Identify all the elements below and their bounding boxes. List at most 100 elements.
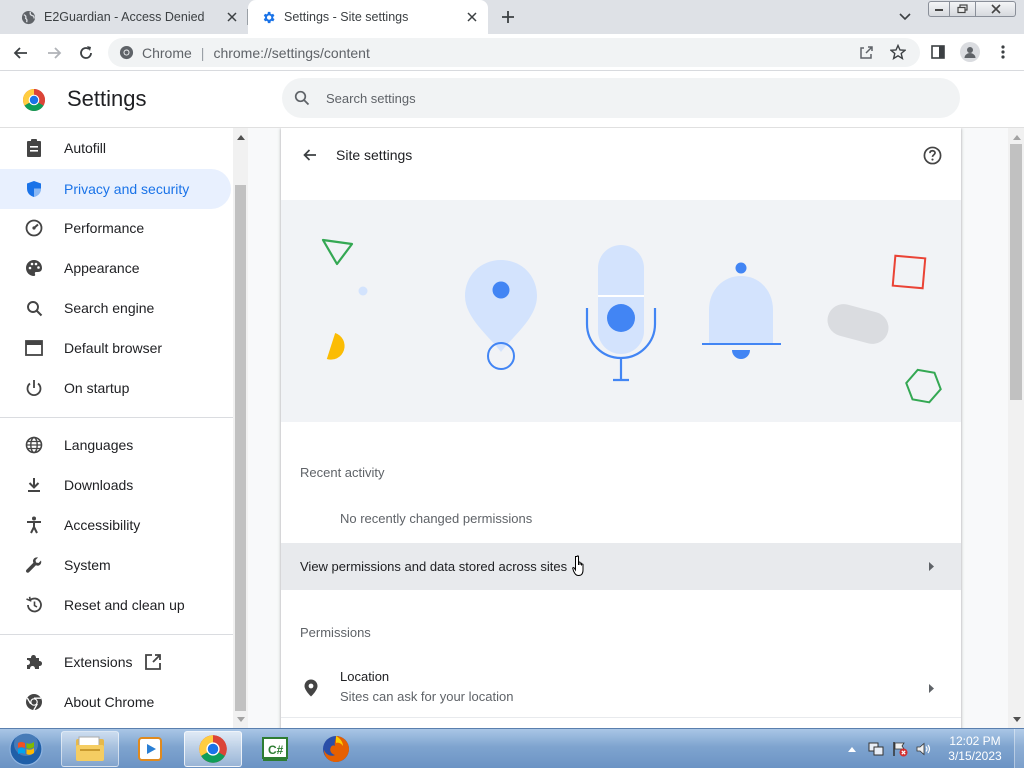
hand-cursor-icon (572, 555, 588, 577)
sidebar-item-accessibility[interactable]: Accessibility (0, 505, 231, 545)
sidebar-item-performance[interactable]: Performance (0, 208, 231, 248)
csharp-icon: C# (260, 735, 290, 763)
location-description: Sites can ask for your location (340, 689, 514, 704)
sidebar-item-label: Search engine (64, 300, 155, 316)
scroll-up-icon[interactable] (1012, 132, 1021, 141)
shield-icon (24, 179, 44, 199)
show-hidden-icons-chevron-icon[interactable] (842, 739, 862, 759)
arrow-right-icon (927, 683, 935, 693)
action-center-flag-icon[interactable] (890, 739, 910, 759)
new-tab-button[interactable] (498, 7, 518, 27)
recent-activity-heading: Recent activity (300, 465, 385, 480)
chrome-icon (198, 734, 228, 764)
tab-strip: E2Guardian - Access Denied Settings - Si… (0, 0, 1024, 34)
restore-button[interactable] (950, 1, 976, 17)
close-icon[interactable] (224, 9, 240, 25)
browser-toolbar: Chrome | chrome://settings/content (0, 34, 1024, 71)
help-icon[interactable] (921, 144, 943, 166)
window-close-button[interactable] (976, 1, 1016, 17)
open-in-new-icon (144, 653, 162, 671)
scrollbar-thumb[interactable] (235, 185, 246, 711)
side-panel-icon[interactable] (929, 43, 947, 61)
location-pin-icon (301, 678, 321, 698)
sidebar-item-appearance[interactable]: Appearance (0, 248, 231, 288)
sidebar-item-label: Languages (64, 437, 134, 453)
menu-kebab-icon[interactable] (994, 43, 1012, 61)
forward-button[interactable] (43, 42, 65, 64)
sidebar-item-reset[interactable]: Reset and clean up (0, 585, 231, 625)
page-title: Settings (67, 86, 147, 111)
close-icon[interactable] (464, 9, 480, 25)
sidebar-divider (0, 634, 233, 635)
taskbar-csharp[interactable]: C# (246, 731, 304, 767)
tab-search-chevron-icon[interactable] (896, 8, 914, 26)
sidebar-item-privacy[interactable]: Privacy and security (0, 169, 231, 209)
download-icon (24, 475, 44, 495)
volume-icon[interactable] (914, 739, 934, 759)
network-icon[interactable] (866, 739, 886, 759)
tab-title: Settings - Site settings (284, 10, 409, 24)
system-clock[interactable]: 12:02 PM 3/15/2023 (940, 734, 1010, 764)
puzzle-icon (24, 652, 44, 672)
taskbar-file-explorer[interactable] (61, 731, 119, 767)
show-desktop-button[interactable] (1014, 729, 1024, 769)
sidebar-item-label: Reset and clean up (64, 597, 185, 613)
sidebar-item-label: On startup (64, 380, 130, 396)
sidebar-item-downloads[interactable]: Downloads (0, 465, 231, 505)
search-input[interactable] (324, 89, 884, 107)
main-scrollbar[interactable] (1008, 128, 1024, 728)
view-permissions-row[interactable]: View permissions and data stored across … (281, 543, 961, 590)
taskbar-firefox[interactable] (307, 731, 365, 767)
start-button[interactable] (6, 731, 46, 767)
chrome-logo-icon (22, 88, 46, 112)
view-permissions-label: View permissions and data stored across … (300, 559, 568, 574)
tab-e2guardian[interactable]: E2Guardian - Access Denied (0, 0, 248, 34)
sidebar-item-default-browser[interactable]: Default browser (0, 328, 231, 368)
tab-site-settings[interactable]: Settings - Site settings (248, 0, 488, 34)
url-text[interactable]: chrome://settings/content (213, 45, 369, 61)
windows-taskbar: C# 12:02 PM 3/15/2023 (0, 728, 1024, 769)
scrollbar-thumb[interactable] (1010, 144, 1022, 400)
recent-activity-empty: No recently changed permissions (340, 511, 533, 526)
browser-window-icon (24, 338, 44, 358)
scroll-up-icon[interactable] (236, 132, 245, 141)
taskbar-chrome[interactable] (184, 731, 242, 767)
svg-text:C#: C# (268, 743, 284, 757)
sidebar-item-label: Default browser (64, 340, 163, 356)
arrow-right-icon (927, 562, 935, 572)
settings-search-box[interactable] (282, 78, 960, 118)
sidebar-item-autofill[interactable]: Autofill (0, 128, 231, 168)
tab-title: E2Guardian - Access Denied (44, 10, 205, 24)
firefox-icon (321, 734, 351, 764)
location-permission-row[interactable]: Location Sites can ask for your location (281, 658, 961, 718)
bookmark-star-icon[interactable] (889, 43, 907, 61)
sidebar-item-label: Appearance (64, 260, 140, 276)
separator: | (200, 44, 205, 61)
sidebar-item-label: Accessibility (64, 517, 141, 533)
back-button[interactable] (10, 42, 32, 64)
clipboard-icon (24, 138, 44, 158)
profile-avatar[interactable] (960, 42, 980, 62)
reload-button[interactable] (75, 42, 97, 64)
minimize-button[interactable] (928, 1, 950, 17)
sidebar-item-on-startup[interactable]: On startup (0, 368, 231, 408)
system-tray (842, 731, 938, 767)
sidebar-item-extensions[interactable]: Extensions (0, 642, 231, 682)
chrome-icon (24, 692, 44, 712)
clock-date: 3/15/2023 (948, 749, 1002, 763)
sidebar-item-about-chrome[interactable]: About Chrome (0, 682, 231, 722)
sidebar-item-languages[interactable]: Languages (0, 425, 231, 465)
scroll-down-icon[interactable] (1012, 715, 1021, 724)
card-title: Site settings (336, 147, 413, 163)
share-icon[interactable] (857, 43, 875, 61)
taskbar-media-player[interactable] (121, 731, 179, 767)
sidebar-scrollbar[interactable] (233, 128, 248, 728)
sidebar-item-search-engine[interactable]: Search engine (0, 288, 231, 328)
address-bar[interactable]: Chrome | chrome://settings/content (108, 38, 920, 67)
sidebar-divider (0, 417, 233, 418)
back-arrow-icon[interactable] (299, 144, 321, 166)
sidebar-item-system[interactable]: System (0, 545, 231, 585)
power-icon (24, 378, 44, 398)
globe-icon (24, 435, 44, 455)
scroll-down-icon[interactable] (236, 715, 245, 724)
